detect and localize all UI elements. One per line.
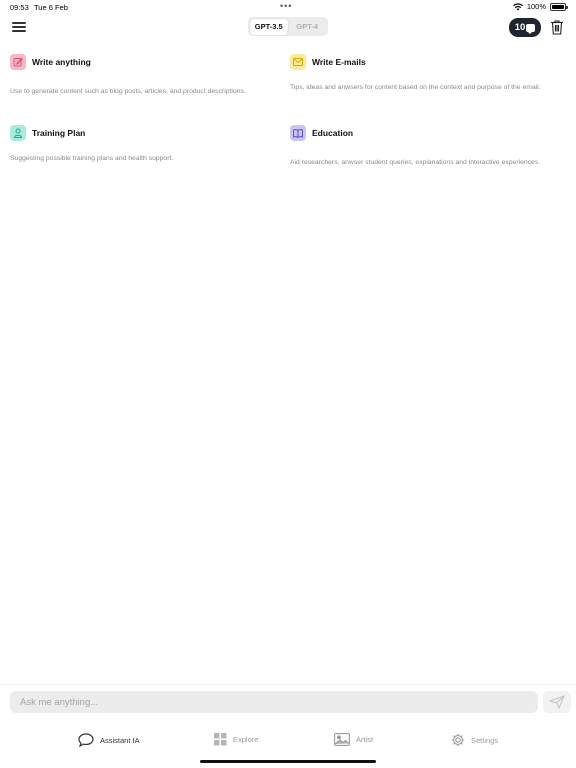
multitasking-dots[interactable]: ••• bbox=[280, 1, 292, 11]
chat-icon bbox=[78, 733, 94, 747]
ask-input[interactable] bbox=[10, 691, 538, 713]
tab-bar: Assistant IA Explore Artist Settings bbox=[0, 733, 576, 759]
tab-settings[interactable]: Settings bbox=[451, 733, 498, 747]
status-bar: 09:53 Tue 6 Feb ••• 100% bbox=[0, 0, 576, 14]
battery-icon bbox=[550, 2, 568, 11]
send-button[interactable] bbox=[543, 691, 571, 713]
card-description: Aid researchers, anwser student queries,… bbox=[290, 159, 541, 166]
credits-count: 10 bbox=[514, 22, 526, 33]
card-description: Suggesting possible training plans and h… bbox=[10, 155, 174, 162]
model-selector: GPT-3.5 GPT-4 bbox=[248, 17, 328, 36]
card-write-emails[interactable]: Write E-mails Tips, ideas and anwsers fo… bbox=[290, 54, 560, 93]
tab-label: Artist bbox=[356, 735, 374, 744]
gear-icon bbox=[451, 733, 465, 747]
tab-gpt-4[interactable]: GPT-4 bbox=[288, 19, 327, 35]
card-description: Use to generate content such as blog pos… bbox=[10, 88, 246, 95]
grid-icon bbox=[214, 733, 227, 746]
card-title: Write E-mails bbox=[312, 57, 366, 67]
card-title: Training Plan bbox=[32, 128, 86, 138]
tab-explore[interactable]: Explore bbox=[214, 733, 258, 746]
menu-line bbox=[12, 30, 26, 32]
card-training-plan[interactable]: Training Plan Suggesting possible traini… bbox=[10, 125, 280, 164]
menu-line bbox=[12, 22, 26, 24]
tab-assistant-ia[interactable]: Assistant IA bbox=[78, 733, 140, 747]
tab-artist[interactable]: Artist bbox=[334, 733, 373, 746]
chat-bubble-icon bbox=[526, 23, 536, 34]
pencil-icon bbox=[10, 54, 26, 70]
battery-percentage: 100% bbox=[526, 2, 546, 11]
card-title: Education bbox=[312, 128, 354, 138]
card-education[interactable]: Education Aid researchers, anwser studen… bbox=[290, 125, 560, 168]
menu-line bbox=[12, 26, 26, 28]
trash-button[interactable] bbox=[550, 19, 564, 35]
tab-label: Settings bbox=[471, 735, 499, 745]
tab-label: Explore bbox=[233, 735, 259, 744]
home-indicator[interactable] bbox=[200, 760, 376, 763]
card-write-anything[interactable]: Write anything Use to generate content s… bbox=[10, 54, 280, 97]
tab-label: Assistant IA bbox=[100, 735, 140, 745]
image-icon bbox=[334, 733, 350, 746]
send-icon bbox=[549, 695, 565, 709]
status-indicators: 100% bbox=[512, 2, 568, 11]
divider bbox=[0, 684, 576, 685]
trash-icon bbox=[551, 20, 563, 35]
book-icon bbox=[290, 125, 306, 141]
status-date: Tue 6 Feb bbox=[34, 3, 68, 12]
status-time: 09:53 bbox=[10, 3, 29, 12]
card-description: Tips, ideas and anwsers for content base… bbox=[290, 84, 541, 91]
card-title: Write anything bbox=[32, 57, 91, 67]
credits-button[interactable]: 10 bbox=[509, 18, 541, 37]
menu-button[interactable] bbox=[12, 22, 26, 34]
person-icon bbox=[10, 125, 26, 141]
envelope-icon bbox=[290, 54, 306, 70]
wifi-icon bbox=[512, 2, 523, 11]
tab-gpt-3-5[interactable]: GPT-3.5 bbox=[249, 18, 288, 35]
